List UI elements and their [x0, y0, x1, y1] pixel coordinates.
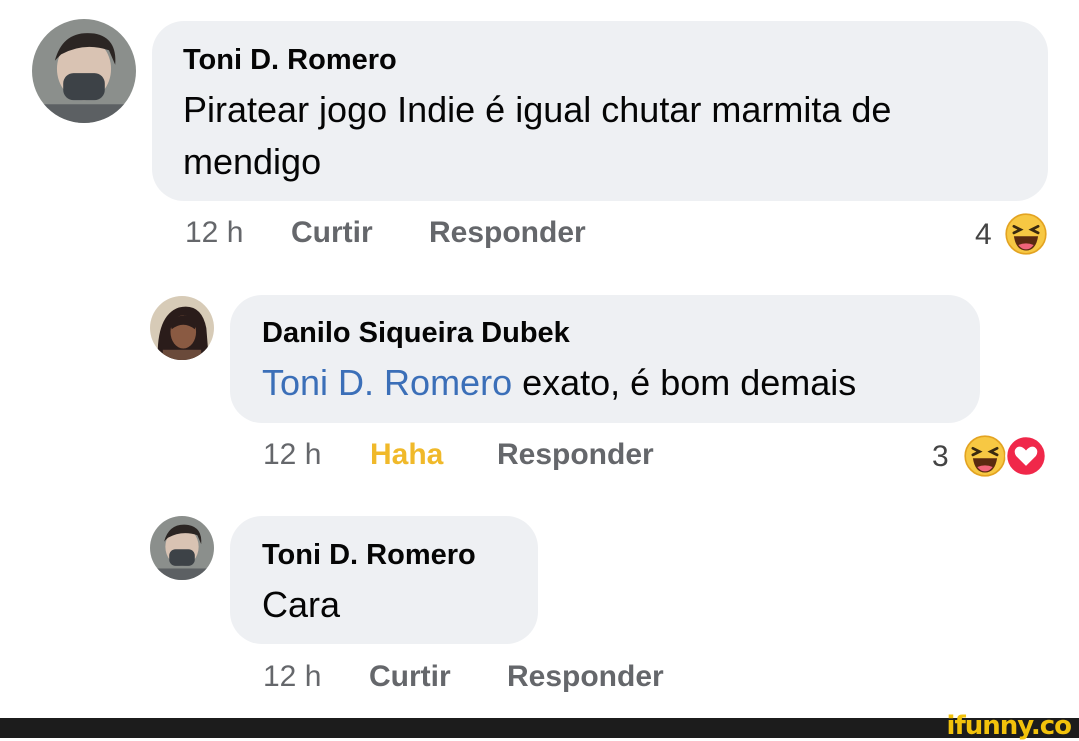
comment-timestamp[interactable]: 12 h [263, 438, 321, 472]
haha-reaction-button[interactable]: Haha [370, 438, 443, 472]
avatar[interactable] [150, 296, 214, 360]
watermark-logo: ifunny.co [946, 711, 1072, 741]
reply-button[interactable]: Responder [507, 660, 664, 694]
reaction-count[interactable]: 4 [975, 218, 992, 252]
comment-text-body: exato, é bom demais [512, 362, 857, 403]
footer-bar [0, 718, 1079, 738]
like-button[interactable]: Curtir [291, 216, 373, 250]
avatar[interactable] [32, 19, 136, 123]
reply-button[interactable]: Responder [497, 438, 654, 472]
mention-link[interactable]: Toni D. Romero [262, 362, 512, 403]
reply-button[interactable]: Responder [429, 216, 586, 250]
avatar[interactable] [150, 516, 214, 580]
haha-emoji-icon[interactable] [1004, 212, 1048, 256]
like-button[interactable]: Curtir [369, 660, 451, 694]
comment-author[interactable]: Danilo Siqueira Dubek [262, 317, 570, 350]
comment-timestamp[interactable]: 12 h [263, 660, 321, 694]
reaction-count[interactable]: 3 [932, 440, 949, 474]
comment-text: Toni D. Romero exato, é bom demais [262, 357, 962, 409]
comment-timestamp[interactable]: 12 h [185, 216, 243, 250]
comment-text: Piratear jogo Indie é igual chutar marmi… [183, 89, 892, 182]
haha-emoji-icon[interactable] [963, 434, 1007, 478]
comment-author[interactable]: Toni D. Romero [183, 44, 397, 77]
comment-text: Cara [262, 584, 341, 625]
comment-author[interactable]: Toni D. Romero [262, 539, 476, 572]
love-heart-icon[interactable] [1004, 434, 1048, 478]
